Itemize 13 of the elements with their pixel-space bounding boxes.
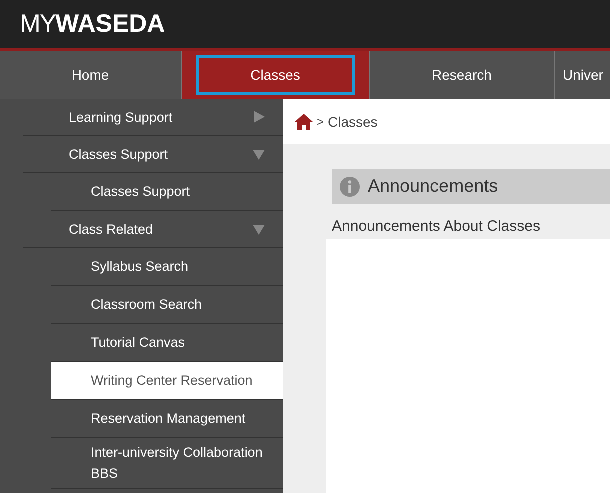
sidebar-subitem[interactable]: Writing Center Reservation — [51, 362, 283, 400]
nav-tab[interactable]: Classes — [182, 51, 370, 99]
sidebar-item[interactable]: Learning Support — [23, 99, 283, 136]
breadcrumb-current: Classes — [328, 114, 378, 130]
breadcrumb-separator: > — [317, 114, 324, 128]
announcements-title: Announcements — [368, 176, 498, 197]
info-icon — [340, 176, 360, 196]
home-icon[interactable] — [295, 114, 313, 130]
announcements-subtitle: Announcements About Classes — [332, 218, 542, 235]
caret-right-icon — [253, 111, 265, 123]
caret-down-icon — [253, 148, 265, 160]
caret-down-icon — [253, 223, 265, 235]
logo: MYWASEDA — [20, 10, 166, 38]
